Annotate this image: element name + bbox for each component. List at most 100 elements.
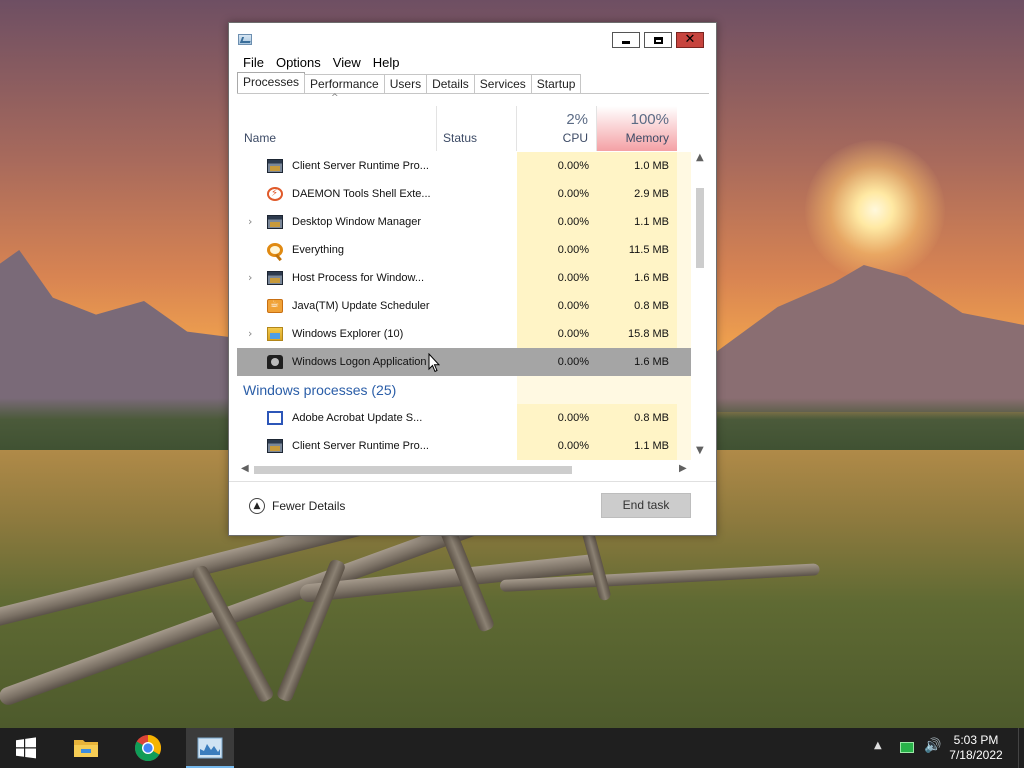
tab-services[interactable]: Services [473,74,532,94]
cell-status [437,180,517,208]
group-header[interactable]: Windows processes (25) [237,376,691,404]
cell-status [437,208,517,236]
scroll-up-icon[interactable]: ▲ [696,152,704,163]
windows-start-icon [16,737,36,759]
fewer-details-button[interactable]: ▲ Fewer Details [249,496,345,516]
java-icon [267,299,283,313]
window-icon [267,271,283,285]
cell-memory [597,376,677,404]
process-name: Client Server Runtime Pro... [292,160,429,172]
expand-chevron-icon[interactable]: › [248,264,252,291]
memory-percent: 100% [630,111,669,128]
horizontal-scrollbar[interactable]: ◀ ▶ [237,461,691,478]
column-memory[interactable]: 100% Memory [597,106,677,151]
column-overflow [677,106,691,151]
column-status-label: Status [443,131,478,145]
clock-time: 5:03 PM [953,733,999,747]
process-row[interactable]: Client Server Runtime Pro... 0.00% 1.1 M… [237,432,691,460]
tab-processes[interactable]: Processes [237,72,306,94]
show-hidden-icons-chevron-icon[interactable]: ▲ [874,740,882,751]
memory-value: 15.8 MB [628,328,669,340]
column-memory-label: Memory [625,131,669,145]
tab-startup[interactable]: Startup [530,74,582,94]
menu-view[interactable]: View [327,54,367,72]
window-icon [267,215,283,229]
window-icon [267,159,283,173]
chrome-button[interactable] [124,728,172,768]
tab-users[interactable]: Users [383,74,428,94]
cell-cpu: 0.00% [517,152,597,180]
memory-value: 1.1 MB [634,216,669,228]
process-row[interactable]: DAEMON Tools Shell Exte... 0.00% 2.9 MB [237,180,691,208]
minimize-button[interactable] [612,32,640,48]
sun [805,140,945,280]
cpu-value: 0.00% [557,412,589,424]
cell-memory: 2.9 MB [597,180,677,208]
expand-chevron-icon[interactable]: › [248,320,252,347]
memory-value: 2.9 MB [634,188,669,200]
cell-cpu: 0.00% [517,348,597,376]
volume-icon[interactable]: 🔊 [924,738,941,754]
process-row-selected[interactable]: Windows Logon Application 0.00% 1.6 MB [237,348,691,376]
title-bar[interactable]: ✕ [229,23,716,55]
menu-file[interactable]: File [237,54,270,72]
clock[interactable]: 5:03 PM 7/18/2022 [944,733,1008,763]
process-row[interactable]: Adobe Acrobat Update S... 0.00% 0.8 MB [237,404,691,432]
file-explorer-button[interactable] [62,728,110,768]
scroll-left-icon[interactable]: ◀ [241,463,249,474]
process-row[interactable]: › Host Process for Window... 0.00% 1.6 M… [237,264,691,292]
cell-name: › Windows Explorer (10) [237,320,437,348]
cell-overflow [677,404,691,432]
column-name[interactable]: Name [237,106,437,151]
mouse-cursor-icon [428,353,440,373]
tab-details[interactable]: Details [426,74,475,94]
network-icon[interactable] [900,742,914,753]
taskbar: ▲ 🔊 5:03 PM 7/18/2022 [0,728,1024,768]
cpu-value: 0.00% [557,356,589,368]
tab-performance[interactable]: Performance [304,74,385,94]
cell-overflow [677,208,691,236]
file-explorer-icon [74,740,98,757]
cpu-value: 0.00% [557,272,589,284]
memory-value: 1.6 MB [634,356,669,368]
maximize-button[interactable] [644,32,672,48]
vertical-scrollbar[interactable]: ▲ ▼ [692,152,709,460]
cell-overflow [677,180,691,208]
process-row[interactable]: Everything 0.00% 11.5 MB [237,236,691,264]
start-button[interactable] [2,728,50,768]
memory-value: 1.0 MB [634,160,669,172]
menu-options[interactable]: Options [270,54,327,72]
cell-name: Windows processes (25) [237,376,437,404]
column-cpu[interactable]: 2% CPU [517,106,597,151]
column-header: Name Status 2% CPU 100% Memory [237,106,691,151]
scroll-right-icon[interactable]: ▶ [679,463,687,474]
scroll-down-icon[interactable]: ▼ [696,445,704,456]
process-name: Everything [292,244,344,256]
process-name: Windows Logon Application [292,356,427,368]
process-row[interactable]: › Windows Explorer (10) 0.00% 15.8 MB [237,320,691,348]
footer-divider [229,481,716,482]
show-desktop-button[interactable] [1018,728,1024,768]
cell-name: › Desktop Window Manager [237,208,437,236]
cell-cpu: 0.00% [517,292,597,320]
cpu-value: 0.00% [557,440,589,452]
close-button[interactable]: ✕ [676,32,704,48]
process-name: DAEMON Tools Shell Exte... [292,188,431,200]
cpu-value: 0.00% [557,300,589,312]
process-row[interactable]: › Desktop Window Manager 0.00% 1.1 MB [237,208,691,236]
close-icon: ✕ [684,32,696,47]
vertical-scroll-thumb[interactable] [696,188,704,268]
end-task-button[interactable]: End task [601,493,691,518]
cell-status [437,236,517,264]
search-icon [267,243,283,257]
acrobat-icon [267,411,283,425]
fewer-details-label: Fewer Details [272,499,346,513]
horizontal-scroll-thumb[interactable] [254,466,572,474]
expand-chevron-icon[interactable]: › [248,208,252,235]
process-row[interactable]: Client Server Runtime Pro... 0.00% 1.0 M… [237,152,691,180]
process-row[interactable]: Java(TM) Update Scheduler 0.00% 0.8 MB [237,292,691,320]
task-manager-taskbar-button[interactable] [186,728,234,768]
menu-help[interactable]: Help [367,54,406,72]
cpu-value: 0.00% [557,188,589,200]
column-status[interactable]: Status [437,106,517,151]
